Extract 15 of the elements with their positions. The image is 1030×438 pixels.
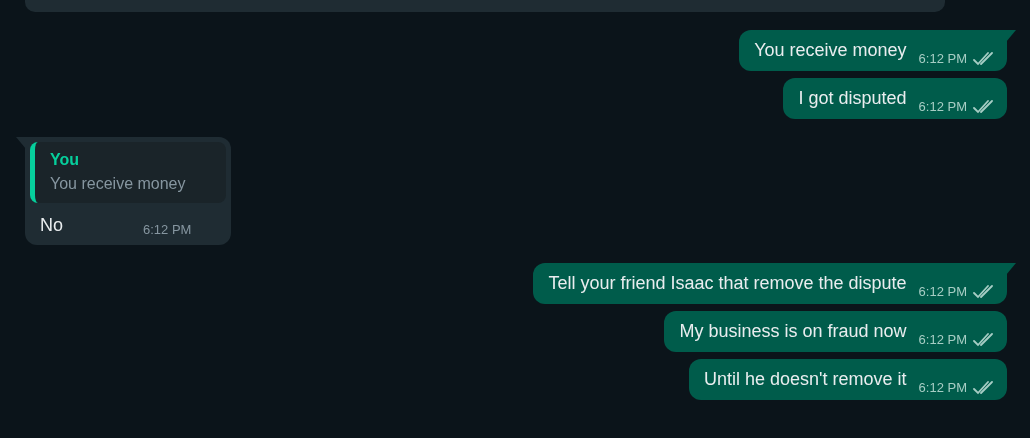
message-time: 6:12 PM: [143, 222, 192, 237]
message-text: Until he doesn't remove it: [704, 368, 907, 391]
message-text: Tell your friend Isaac that remove the dispute: [548, 272, 907, 295]
message-time: 6:12 PM: [918, 51, 967, 66]
message-time: 6:12 PM: [918, 99, 967, 114]
message-text: I got disputed: [798, 87, 907, 110]
quoted-message[interactable]: You You receive money: [30, 142, 226, 203]
message-text: My business is on fraud now: [679, 320, 907, 343]
quote-text: You receive money: [50, 175, 186, 193]
message-time: 6:12 PM: [918, 380, 967, 395]
message-text: You receive money: [754, 39, 907, 62]
message-text: No: [40, 214, 63, 237]
message-time: 6:12 PM: [918, 332, 967, 347]
message-time: 6:12 PM: [918, 284, 967, 299]
quote-author: You: [50, 151, 81, 169]
